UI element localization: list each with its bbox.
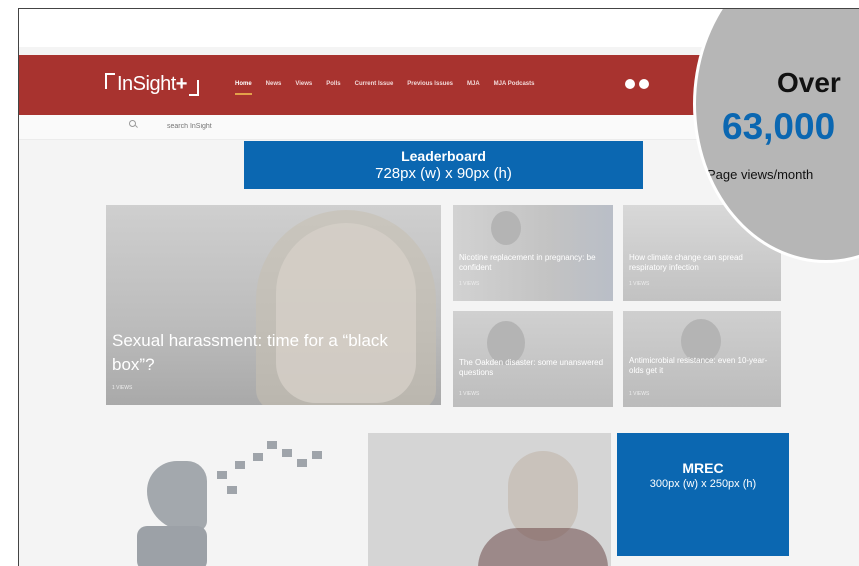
card-views: 1 VIEWS bbox=[629, 391, 650, 397]
nav-home[interactable]: Home bbox=[235, 81, 252, 95]
hero-title[interactable]: Sexual harassment: time for a “black box… bbox=[112, 329, 432, 377]
puzzle-piece bbox=[253, 453, 263, 461]
nav-mja[interactable]: MJA bbox=[467, 81, 480, 95]
leaderboard-title: Leaderboard bbox=[401, 148, 486, 164]
logo-closer-icon bbox=[188, 80, 199, 96]
card-views: 1 VIEWS bbox=[459, 281, 480, 287]
puzzle-piece bbox=[267, 441, 277, 449]
puzzle-piece bbox=[297, 459, 307, 467]
mrec-title: MREC bbox=[682, 460, 724, 476]
logo-text: InSight bbox=[117, 73, 176, 95]
article-card[interactable]: Antimicrobial resistance: even 10-year-o… bbox=[623, 311, 781, 407]
card-title[interactable]: The Oakden disaster: some unanswered que… bbox=[459, 358, 609, 378]
leaderboard-size: 728px (w) x 90px (h) bbox=[375, 165, 512, 182]
article-photo-woman[interactable] bbox=[368, 433, 611, 566]
site-logo[interactable]: InSight+ bbox=[105, 73, 199, 96]
twitter-icon[interactable] bbox=[625, 79, 635, 89]
search-input[interactable] bbox=[165, 122, 260, 131]
nav-views[interactable]: Views bbox=[295, 81, 312, 95]
puzzle-piece bbox=[282, 449, 292, 457]
card-title[interactable]: How climate change can spread respirator… bbox=[629, 253, 779, 273]
card-views: 1 VIEWS bbox=[629, 281, 650, 287]
logo-plus: + bbox=[175, 73, 188, 95]
website-mockup: InSight+ Home News Views Polls Current I… bbox=[18, 8, 859, 566]
puzzle-head-shape bbox=[147, 461, 207, 531]
puzzle-head-image bbox=[107, 431, 357, 566]
puzzle-piece bbox=[235, 461, 245, 469]
puzzle-neck-shape bbox=[137, 526, 207, 566]
nav-current-issue[interactable]: Current Issue bbox=[355, 81, 394, 95]
search-icon[interactable] bbox=[129, 120, 136, 127]
card-photo bbox=[491, 211, 521, 245]
hero-article[interactable]: Sexual harassment: time for a “black box… bbox=[106, 205, 441, 405]
article-card[interactable]: Nicotine replacement in pregnancy: be co… bbox=[453, 205, 613, 301]
social-links bbox=[625, 79, 649, 89]
card-title[interactable]: Antimicrobial resistance: even 10-year-o… bbox=[629, 356, 779, 376]
mrec-ad-slot: MREC 300px (w) x 250px (h) bbox=[617, 433, 789, 556]
badge-caption: Page views/month bbox=[707, 167, 814, 182]
main-nav: Home News Views Polls Current Issue Prev… bbox=[235, 81, 534, 95]
nav-previous-issues[interactable]: Previous Issues bbox=[407, 81, 453, 95]
puzzle-piece bbox=[217, 471, 227, 479]
nav-news[interactable]: News bbox=[266, 81, 282, 95]
leaderboard-ad-slot: Leaderboard 728px (w) x 90px (h) bbox=[244, 141, 643, 189]
photo-body bbox=[478, 528, 608, 566]
puzzle-piece bbox=[227, 486, 237, 494]
badge-value: 63,000 bbox=[722, 106, 836, 147]
card-views: 1 VIEWS bbox=[459, 391, 480, 397]
card-title[interactable]: Nicotine replacement in pregnancy: be co… bbox=[459, 253, 609, 273]
logo-bracket-icon bbox=[105, 73, 115, 89]
nav-mja-podcasts[interactable]: MJA Podcasts bbox=[494, 81, 535, 95]
article-card[interactable]: The Oakden disaster: some unanswered que… bbox=[453, 311, 613, 407]
mrec-size: 300px (w) x 250px (h) bbox=[649, 478, 757, 490]
puzzle-piece bbox=[312, 451, 322, 459]
hero-views: 1 VIEWS bbox=[112, 385, 133, 391]
nav-polls[interactable]: Polls bbox=[326, 81, 340, 95]
badge-label: Over bbox=[777, 67, 841, 98]
facebook-icon[interactable] bbox=[639, 79, 649, 89]
